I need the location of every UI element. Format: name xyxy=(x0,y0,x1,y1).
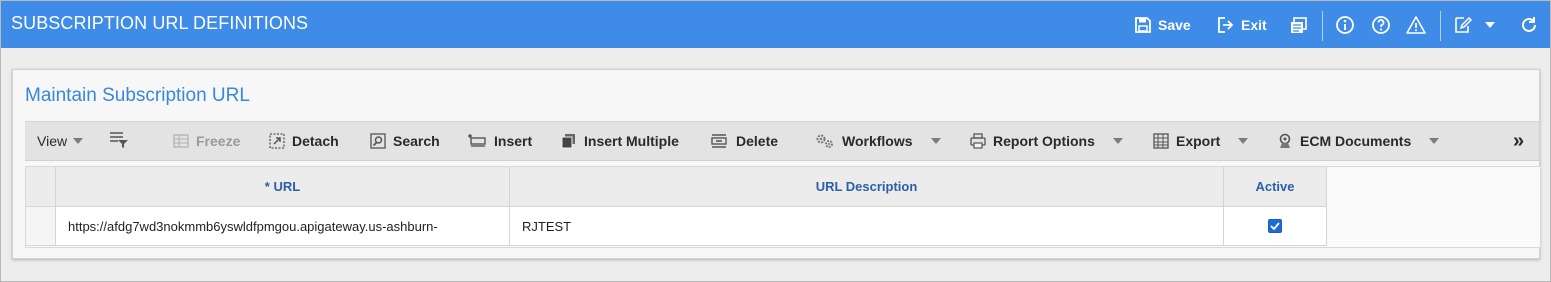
detach-icon xyxy=(269,133,285,149)
ecm-documents-label: ECM Documents xyxy=(1300,133,1412,149)
insert-row-icon xyxy=(467,133,487,149)
active-checkbox[interactable] xyxy=(1268,219,1282,233)
workflows-menu[interactable]: Workflows xyxy=(815,122,941,160)
insert-label: Insert xyxy=(494,133,533,149)
workflows-label: Workflows xyxy=(842,133,913,149)
panel-title: Maintain Subscription URL xyxy=(25,85,250,106)
freeze-label: Freeze xyxy=(196,133,241,149)
info-icon xyxy=(1335,15,1355,35)
insert-multiple-button[interactable]: Insert Multiple xyxy=(561,122,679,160)
url-value: https://afdg7wd3nokmmb6yswldfpmgou.apiga… xyxy=(68,218,438,234)
exit-icon xyxy=(1217,16,1235,34)
delete-button[interactable]: Delete xyxy=(709,122,778,160)
save-label: Save xyxy=(1158,17,1191,33)
warning-button[interactable] xyxy=(1406,13,1426,37)
printer-icon xyxy=(970,133,986,149)
refresh-icon xyxy=(1519,15,1539,35)
chevron-down-icon xyxy=(1238,138,1249,144)
warning-icon xyxy=(1406,15,1426,35)
row-selector-header[interactable] xyxy=(26,167,56,207)
grid-toolbar: View Freeze Detach Search Insert Insert … xyxy=(25,121,1539,161)
column-header-url-description[interactable]: URL Description xyxy=(510,167,1224,207)
export-menu[interactable]: Export xyxy=(1153,122,1249,160)
gears-icon xyxy=(815,133,835,149)
help-icon xyxy=(1371,15,1391,35)
description-cell[interactable]: RJTEST xyxy=(510,207,1224,246)
column-header-url[interactable]: * URL xyxy=(56,167,510,207)
active-cell[interactable] xyxy=(1224,207,1327,246)
refresh-button[interactable] xyxy=(1519,13,1539,37)
save-icon xyxy=(1134,16,1152,34)
search-button[interactable]: Search xyxy=(370,122,440,160)
export-label: Export xyxy=(1176,133,1221,149)
report-options-menu[interactable]: Report Options xyxy=(970,122,1123,160)
detach-label: Detach xyxy=(292,133,339,149)
exit-label: Exit xyxy=(1241,17,1267,33)
chevron-down-icon xyxy=(1485,21,1495,29)
spreadsheet-icon xyxy=(1153,133,1169,149)
view-label: View xyxy=(37,133,68,149)
help-button[interactable] xyxy=(1371,13,1391,37)
report-options-label: Report Options xyxy=(993,133,1095,149)
divider xyxy=(1440,11,1441,41)
freeze-icon xyxy=(173,133,189,149)
more-tools-button[interactable]: » xyxy=(1513,122,1524,160)
delete-label: Delete xyxy=(736,133,779,149)
save-button[interactable]: Save xyxy=(1134,13,1191,37)
info-button[interactable] xyxy=(1335,13,1355,37)
exit-button[interactable]: Exit xyxy=(1217,13,1267,37)
divider xyxy=(1322,11,1323,41)
view-menu[interactable]: View xyxy=(37,122,84,160)
copy-button[interactable] xyxy=(1289,13,1308,37)
chevron-down-icon xyxy=(1429,138,1440,144)
chevron-down-icon xyxy=(73,138,84,144)
edit-icon xyxy=(1453,15,1473,35)
chevron-down-icon xyxy=(1112,138,1123,144)
insert-button[interactable]: Insert xyxy=(467,122,532,160)
maintain-panel: Maintain Subscription URL View Freeze De… xyxy=(12,69,1541,259)
title-bar: SUBSCRIPTION URL DEFINITIONS Save Exit xyxy=(1,1,1550,48)
row-selector[interactable] xyxy=(26,207,56,246)
filter-button[interactable] xyxy=(109,122,129,160)
insert-multiple-icon xyxy=(561,133,577,149)
filter-icon xyxy=(109,131,129,152)
ecm-documents-icon xyxy=(1277,133,1293,149)
chevron-down-icon xyxy=(930,138,941,144)
detach-button[interactable]: Detach xyxy=(269,122,339,160)
page-title: SUBSCRIPTION URL DEFINITIONS xyxy=(11,13,309,33)
edit-menu-button[interactable] xyxy=(1453,13,1495,37)
description-value: RJTEST xyxy=(522,218,572,234)
url-cell[interactable]: https://afdg7wd3nokmmb6yswldfpmgou.apiga… xyxy=(56,207,510,246)
copy-icon xyxy=(1289,16,1308,35)
ecm-documents-menu[interactable]: ECM Documents xyxy=(1277,122,1440,160)
double-chevron-right-icon: » xyxy=(1513,129,1525,152)
search-icon xyxy=(370,133,386,149)
freeze-button[interactable]: Freeze xyxy=(173,122,240,160)
delete-row-icon xyxy=(709,133,729,149)
url-grid: * URL URL Description Active https://afd… xyxy=(25,166,1541,248)
column-header-active[interactable]: Active xyxy=(1224,167,1327,207)
search-label: Search xyxy=(393,133,440,149)
insert-multiple-label: Insert Multiple xyxy=(584,133,679,149)
